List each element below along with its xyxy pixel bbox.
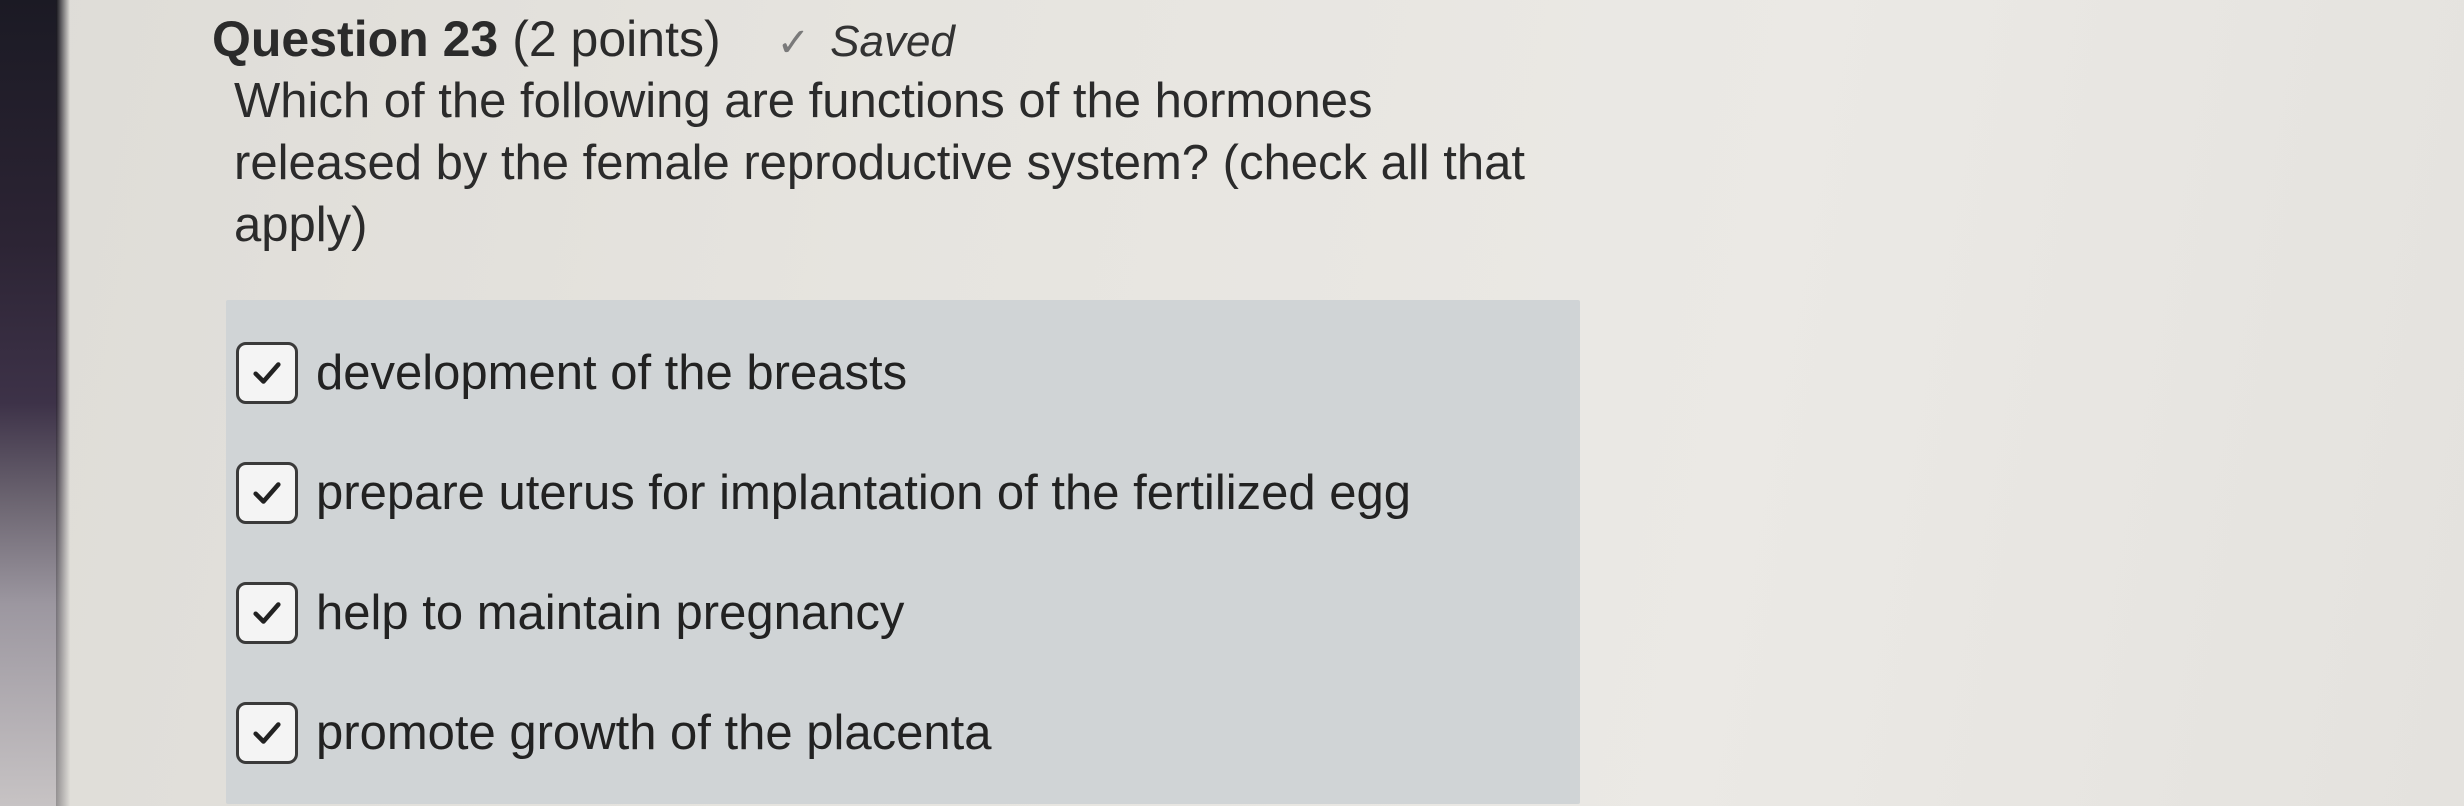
answer-label: help to maintain pregnancy	[316, 586, 905, 640]
checkmark-icon	[253, 362, 281, 384]
background-edge	[0, 0, 70, 806]
answer-checkbox[interactable]	[236, 342, 298, 404]
answer-option[interactable]: prepare uterus for implantation of the f…	[236, 458, 1411, 528]
question-card: Question 23 (2 points) ✓ Saved Which of …	[70, 0, 2464, 806]
answer-option[interactable]: help to maintain pregnancy	[236, 578, 904, 648]
question-header: Question 23 (2 points) ✓ Saved	[212, 10, 955, 68]
answer-option[interactable]: promote growth of the placenta	[236, 698, 992, 768]
saved-status: ✓ Saved	[777, 17, 955, 67]
question-points: (2 points)	[512, 11, 721, 67]
answer-label: prepare uterus for implantation of the f…	[316, 466, 1411, 520]
checkmark-icon	[253, 482, 281, 504]
answer-checkbox[interactable]	[236, 462, 298, 524]
checkmark-icon	[253, 602, 281, 624]
answer-label: development of the breasts	[316, 346, 908, 400]
checkmark-icon	[253, 722, 281, 744]
answer-option[interactable]: development of the breasts	[236, 338, 907, 408]
answer-label: promote growth of the placenta	[316, 706, 992, 760]
answer-checkbox[interactable]	[236, 582, 298, 644]
answer-list: development of the breasts prepare uteru…	[226, 300, 1580, 804]
saved-label: Saved	[830, 17, 955, 66]
question-title: Question 23	[212, 11, 499, 67]
check-icon: ✓	[776, 21, 811, 65]
question-prompt: Which of the following are functions of …	[234, 74, 1525, 252]
answer-checkbox[interactable]	[236, 702, 298, 764]
